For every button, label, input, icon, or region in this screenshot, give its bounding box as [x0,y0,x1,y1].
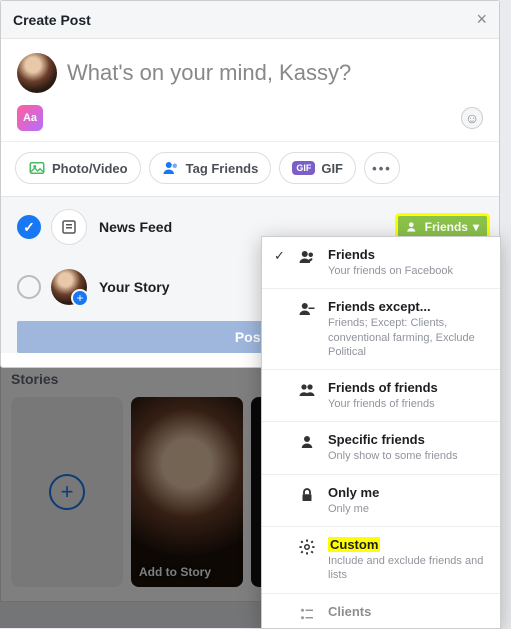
your-story-label: Your Story [99,279,170,295]
more-button[interactable]: ••• [364,152,400,184]
radio-empty-icon[interactable] [17,275,41,299]
friends-icon [406,220,420,234]
dropdown-item-clients[interactable]: Clients [262,594,500,628]
background-picker-button[interactable]: Aa [17,105,43,131]
dropdown-item-custom[interactable]: Custom Include and exclude friends and l… [262,527,500,594]
photo-video-button[interactable]: Photo/Video [15,152,141,184]
specific-friends-icon [298,432,318,463]
plus-badge-icon: + [71,289,89,307]
dropdown-item-only-me[interactable]: Only me Only me [262,475,500,527]
dropdown-item-friends[interactable]: ✓ Friends Your friends on Facebook [262,237,500,289]
attachment-toolbar: Photo/Video Tag Friends GIF GIF ••• [1,141,499,196]
audience-selector-button[interactable]: Friends ▾ [398,216,487,238]
story-avatar: + [51,269,87,305]
gif-button[interactable]: GIF GIF [279,152,356,184]
modal-title: Create Post [13,12,91,28]
emoji-icon[interactable]: ☺ [461,107,483,129]
composer-input[interactable]: What's on your mind, Kassy? [67,60,351,86]
gif-badge-icon: GIF [292,161,315,175]
news-feed-label: News Feed [99,219,172,235]
dropdown-item-friends-except[interactable]: Friends except... Friends; Except: Clien… [262,289,500,370]
dropdown-item-fof[interactable]: Friends of friends Your friends of frien… [262,370,500,422]
dropdown-item-specific[interactable]: Specific friends Only show to some frien… [262,422,500,474]
modal-header: Create Post × [1,1,499,39]
tag-friends-button[interactable]: Tag Friends [149,152,272,184]
gear-icon [298,537,318,583]
news-feed-icon [51,209,87,245]
check-icon: ✓ [274,247,288,278]
chevron-down-icon: ▾ [473,220,479,234]
friends-of-friends-icon [298,380,318,411]
lock-icon [298,485,318,516]
avatar [17,53,57,93]
radio-checked-icon[interactable] [17,215,41,239]
list-icon [298,604,318,626]
friends-icon [298,247,318,278]
close-icon[interactable]: × [476,9,487,30]
composer-row: What's on your mind, Kassy? [1,39,499,97]
friends-except-icon [298,299,318,359]
tag-icon [162,159,180,177]
photo-icon [28,159,46,177]
audience-dropdown: ✓ Friends Your friends on Facebook Frien… [261,236,501,629]
bg-row: Aa ☺ [1,97,499,141]
